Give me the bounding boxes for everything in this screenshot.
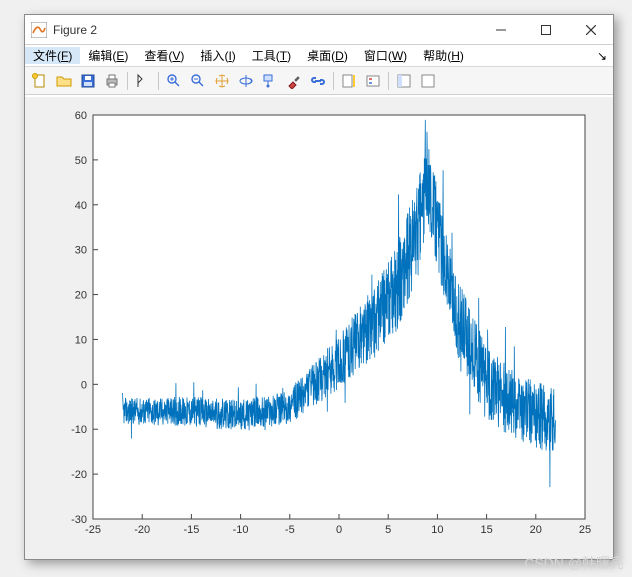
svg-text:10: 10	[75, 334, 87, 346]
svg-text:5: 5	[385, 524, 391, 536]
menu-insert[interactable]: 插入(I)	[192, 47, 243, 64]
svg-text:25: 25	[579, 524, 591, 536]
menu-help[interactable]: 帮助(H)	[415, 47, 472, 64]
insert-legend-button[interactable]	[362, 70, 384, 92]
svg-text:-20: -20	[71, 469, 87, 481]
toolbar-separator	[127, 72, 128, 90]
pan-button[interactable]	[211, 70, 233, 92]
zoom-in-button[interactable]	[163, 70, 185, 92]
zoom-out-button[interactable]	[187, 70, 209, 92]
rotate3d-button[interactable]	[235, 70, 257, 92]
brush-button[interactable]	[283, 70, 305, 92]
figure-canvas[interactable]: -25 -20 -15 -10 -5 0 5 10 15 20 25 -30 -20 -10 0 10 20 30…	[25, 97, 613, 559]
svg-text:-5: -5	[285, 524, 295, 536]
svg-text:20: 20	[75, 290, 87, 302]
save-button[interactable]	[77, 70, 99, 92]
edit-plot-button[interactable]	[132, 70, 154, 92]
svg-text:-10: -10	[233, 524, 249, 536]
maximize-button[interactable]	[523, 15, 568, 45]
menu-bar: 文件(F) 编辑(E) 查看(V) 插入(I) 工具(T) 桌面(D) 窗口(W…	[25, 45, 613, 67]
svg-text:30: 30	[75, 245, 87, 257]
svg-text:-25: -25	[85, 524, 101, 536]
toolbar-separator	[388, 72, 389, 90]
watermark-text: CSDN @韩曙亮	[524, 553, 624, 573]
window-title: Figure 2	[53, 23, 478, 37]
svg-text:15: 15	[480, 524, 492, 536]
menu-overflow-icon[interactable]: ↘	[591, 49, 613, 63]
print-button[interactable]	[101, 70, 123, 92]
svg-text:40: 40	[75, 200, 87, 212]
menu-window[interactable]: 窗口(W)	[356, 47, 415, 64]
minimize-button[interactable]	[478, 15, 523, 45]
svg-text:60: 60	[75, 110, 87, 122]
line-plot: -25 -20 -15 -10 -5 0 5 10 15 20 25 -30 -20 -10 0 10 20 30…	[35, 103, 603, 553]
show-plot-tools-button[interactable]	[417, 70, 439, 92]
title-bar: Figure 2	[25, 15, 613, 45]
svg-text:50: 50	[75, 155, 87, 167]
svg-text:10: 10	[431, 524, 443, 536]
close-button[interactable]	[568, 15, 613, 45]
menu-desktop[interactable]: 桌面(D)	[299, 47, 356, 64]
toolbar-separator	[333, 72, 334, 90]
menu-tools[interactable]: 工具(T)	[244, 47, 299, 64]
svg-text:-20: -20	[134, 524, 150, 536]
svg-text:-15: -15	[183, 524, 199, 536]
link-button[interactable]	[307, 70, 329, 92]
insert-colorbar-button[interactable]	[338, 70, 360, 92]
open-button[interactable]	[53, 70, 75, 92]
hide-plot-tools-button[interactable]	[393, 70, 415, 92]
menu-file[interactable]: 文件(F)	[25, 47, 80, 64]
svg-text:-10: -10	[71, 424, 87, 436]
svg-text:-30: -30	[71, 514, 87, 526]
menu-view[interactable]: 查看(V)	[136, 47, 192, 64]
new-figure-button[interactable]	[29, 70, 51, 92]
toolbar-separator	[158, 72, 159, 90]
svg-text:0: 0	[81, 379, 87, 391]
menu-edit[interactable]: 编辑(E)	[80, 47, 136, 64]
svg-text:20: 20	[530, 524, 542, 536]
toolbar	[25, 67, 613, 95]
svg-text:0: 0	[336, 524, 342, 536]
data-cursor-button[interactable]	[259, 70, 281, 92]
matlab-figure-icon	[31, 22, 47, 38]
